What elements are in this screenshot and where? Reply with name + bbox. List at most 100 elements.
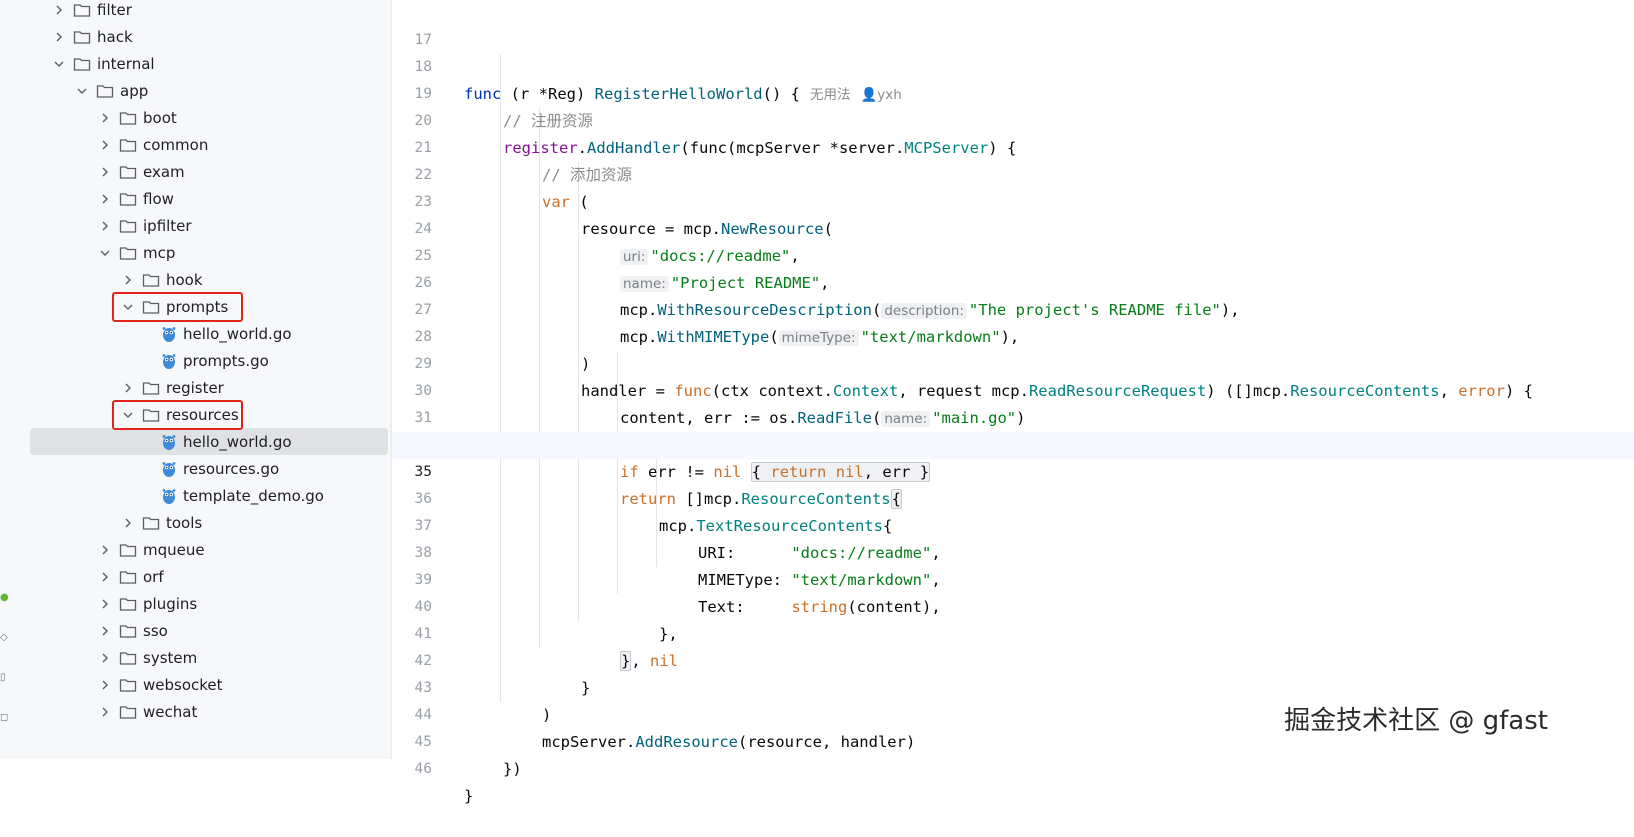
tree-file-item[interactable]: hello_world.go	[12, 320, 388, 347]
tree-folder-item[interactable]: app	[12, 77, 388, 104]
folder-icon	[119, 191, 137, 207]
folder-icon	[119, 569, 137, 585]
go-file-icon	[161, 433, 177, 451]
token-punct: }	[464, 787, 474, 805]
code-editor[interactable]: 17 18 func (r *Reg) RegisterHelloWorld()…	[392, 0, 1634, 805]
tree-item-label: prompts.go	[183, 351, 269, 370]
tree-item-label: template_demo.go	[183, 486, 324, 505]
status-dot-icon: ●	[0, 592, 9, 603]
chevron-right-icon[interactable]	[97, 191, 113, 207]
chevron-right-icon[interactable]	[97, 650, 113, 666]
folder-icon	[119, 110, 137, 126]
code-line: 27 mcp.WithMIMEType(mimeType: "text/markd…	[392, 270, 1634, 346]
tree-folder-item[interactable]: system	[12, 644, 388, 671]
tree-folder-item[interactable]: mqueue	[12, 536, 388, 563]
tree-item-label: hello_world.go	[183, 432, 292, 451]
chevron-down-icon[interactable]	[97, 245, 113, 261]
folder-icon	[119, 677, 137, 693]
chevron-right-icon[interactable]	[97, 569, 113, 585]
tree-folder-item[interactable]: ipfilter	[12, 212, 388, 239]
tree-item-label: filter	[97, 0, 132, 19]
tree-item-label: orf	[143, 567, 164, 586]
chevron-right-icon[interactable]	[97, 110, 113, 126]
chevron-right-icon[interactable]	[51, 2, 67, 18]
tree-item-label: plugins	[143, 594, 198, 613]
tree-item-label: hello_world.go	[183, 324, 292, 343]
chevron-right-icon[interactable]	[97, 542, 113, 558]
code-line: 19 // 注册资源	[392, 54, 1634, 130]
tree-file-item[interactable]: template_demo.go	[12, 482, 388, 509]
tree-folder-item[interactable]: hook	[12, 266, 388, 293]
code-line: 29 handler = func(ctx context.Context, r…	[392, 324, 1634, 400]
chevron-right-icon[interactable]	[120, 380, 136, 396]
tree-file-item[interactable]: hello_world.go	[30, 428, 388, 455]
chevron-right-icon[interactable]	[97, 137, 113, 153]
tree-folder-item[interactable]: plugins	[12, 590, 388, 617]
tree-folder-item[interactable]: exam	[12, 158, 388, 185]
tool-icon[interactable]: ◻	[0, 712, 8, 724]
watermark: 掘金技术社区 @ gfast	[1284, 706, 1548, 736]
chevron-right-icon[interactable]	[97, 218, 113, 234]
tree-folder-item[interactable]: hack	[12, 23, 388, 50]
go-file-icon	[161, 352, 177, 370]
folder-icon	[142, 515, 160, 531]
tree-folder-item[interactable]: register	[12, 374, 388, 401]
tree-folder-item[interactable]: orf	[12, 563, 388, 590]
line-number: 46	[414, 761, 432, 777]
folder-icon	[73, 29, 91, 45]
folder-icon	[119, 596, 137, 612]
chevron-right-icon[interactable]	[97, 677, 113, 693]
tree-folder-item[interactable]: wechat	[12, 698, 388, 725]
tree-item-label: mcp	[143, 243, 176, 262]
code-line: 43 )	[392, 648, 1634, 724]
chevron-right-icon[interactable]	[51, 29, 67, 45]
tree-item-label: hack	[97, 27, 133, 46]
code-line: 38 MIMEType: "text/markdown",	[392, 513, 1634, 589]
folder-icon	[96, 83, 114, 99]
code-line: 39 Text: string(content),	[392, 540, 1634, 616]
code-line: 26 mcp.WithResourceDescription(descripti…	[392, 243, 1634, 319]
tree-folder-item[interactable]: sso	[12, 617, 388, 644]
tree-file-item[interactable]: prompts.go	[12, 347, 388, 374]
chevron-right-icon[interactable]	[97, 164, 113, 180]
tree-folder-item[interactable]: tools	[12, 509, 388, 536]
chevron-right-icon[interactable]	[97, 596, 113, 612]
folder-icon	[119, 218, 137, 234]
tree-folder-item[interactable]: common	[12, 131, 388, 158]
tree-item-label: common	[143, 135, 209, 154]
tree-folder-item[interactable]: filter	[12, 0, 388, 23]
tree-item-label: sso	[143, 621, 168, 640]
tree-folder-item[interactable]: flow	[12, 185, 388, 212]
chevron-right-icon[interactable]	[120, 272, 136, 288]
tree-file-item[interactable]: resources.go	[12, 455, 388, 482]
tree-folder-item[interactable]: mcp	[12, 239, 388, 266]
chevron-down-icon[interactable]	[51, 56, 67, 72]
highlight-box-prompts	[112, 292, 243, 322]
code-line: 17	[392, 0, 1634, 48]
go-file-icon	[161, 487, 177, 505]
tree-item-label: register	[166, 378, 224, 397]
tool-icon[interactable]: ◇	[0, 632, 8, 644]
folder-icon	[142, 380, 160, 396]
chevron-right-icon[interactable]	[97, 704, 113, 720]
tree-folder-item[interactable]: boot	[12, 104, 388, 131]
tree-item-label: resources.go	[183, 459, 280, 478]
code-line: 42 }	[392, 621, 1634, 697]
tree-item-label: exam	[143, 162, 185, 181]
tree-item-label: wechat	[143, 702, 198, 721]
chevron-right-icon[interactable]	[97, 623, 113, 639]
code-line: 21 // 添加资源	[392, 108, 1634, 184]
code-line: 18 func (r *Reg) RegisterHelloWorld() {无…	[392, 27, 1634, 103]
code-line: 31 › if err != nil { return nil, err }	[392, 378, 1634, 482]
tree-folder-item[interactable]: internal	[12, 50, 388, 77]
folder-icon	[119, 542, 137, 558]
folder-icon	[119, 650, 137, 666]
chevron-right-icon[interactable]	[120, 515, 136, 531]
tree-item-label: flow	[143, 189, 174, 208]
code-line: 36 mcp.TextResourceContents{	[392, 459, 1634, 535]
tool-icon[interactable]: ▯	[0, 672, 6, 684]
chevron-down-icon[interactable]	[74, 83, 90, 99]
go-file-icon	[161, 460, 177, 478]
tree-folder-item[interactable]: websocket	[12, 671, 388, 698]
code-line: 37 URI: "docs://readme",	[392, 486, 1634, 562]
